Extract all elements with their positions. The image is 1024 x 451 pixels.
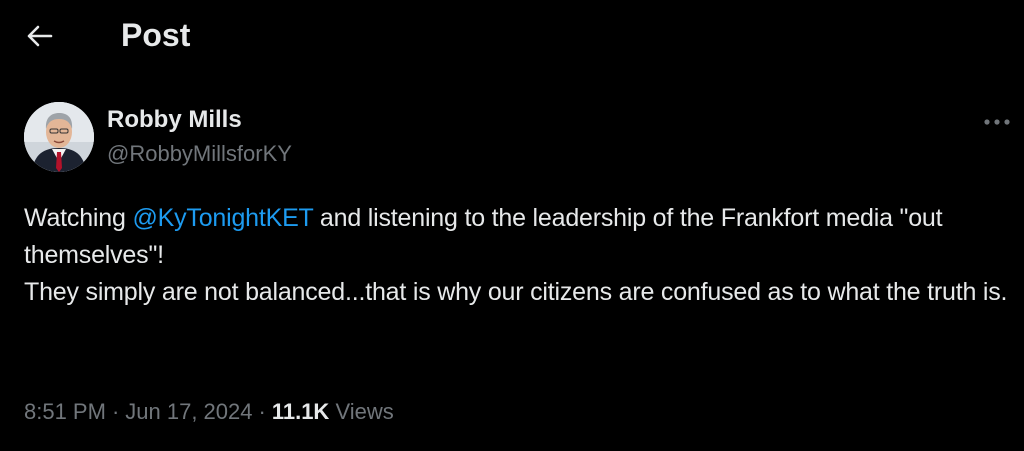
more-options-button[interactable]: [982, 112, 1012, 132]
back-button[interactable]: [22, 18, 58, 54]
meta-separator: ·: [111, 399, 120, 424]
post-meta: 8:51 PM · Jun 17, 2024 · 11.1K Views: [24, 396, 394, 428]
views-count: 11.1K: [271, 399, 330, 424]
post-date[interactable]: Jun 17, 2024: [125, 399, 252, 424]
arrow-left-icon: [27, 25, 53, 47]
mention-link[interactable]: @KyTonightKET: [132, 204, 313, 232]
post-header: Post: [0, 0, 1024, 72]
post-text: Watching @KyTonightKET and listening to …: [24, 200, 1020, 311]
post-time[interactable]: 8:51 PM: [24, 399, 106, 424]
profile-photo: [24, 102, 94, 172]
author-display-name[interactable]: Robby Mills: [107, 104, 242, 136]
meta-separator: ·: [258, 399, 266, 424]
avatar[interactable]: [24, 102, 94, 172]
author-handle[interactable]: @RobbyMillsforKY: [107, 139, 292, 169]
views-label: Views: [329, 399, 394, 424]
post-text-part: Watching: [24, 204, 133, 232]
page-title: Post: [121, 17, 191, 53]
ellipsis-icon: [984, 119, 1010, 125]
